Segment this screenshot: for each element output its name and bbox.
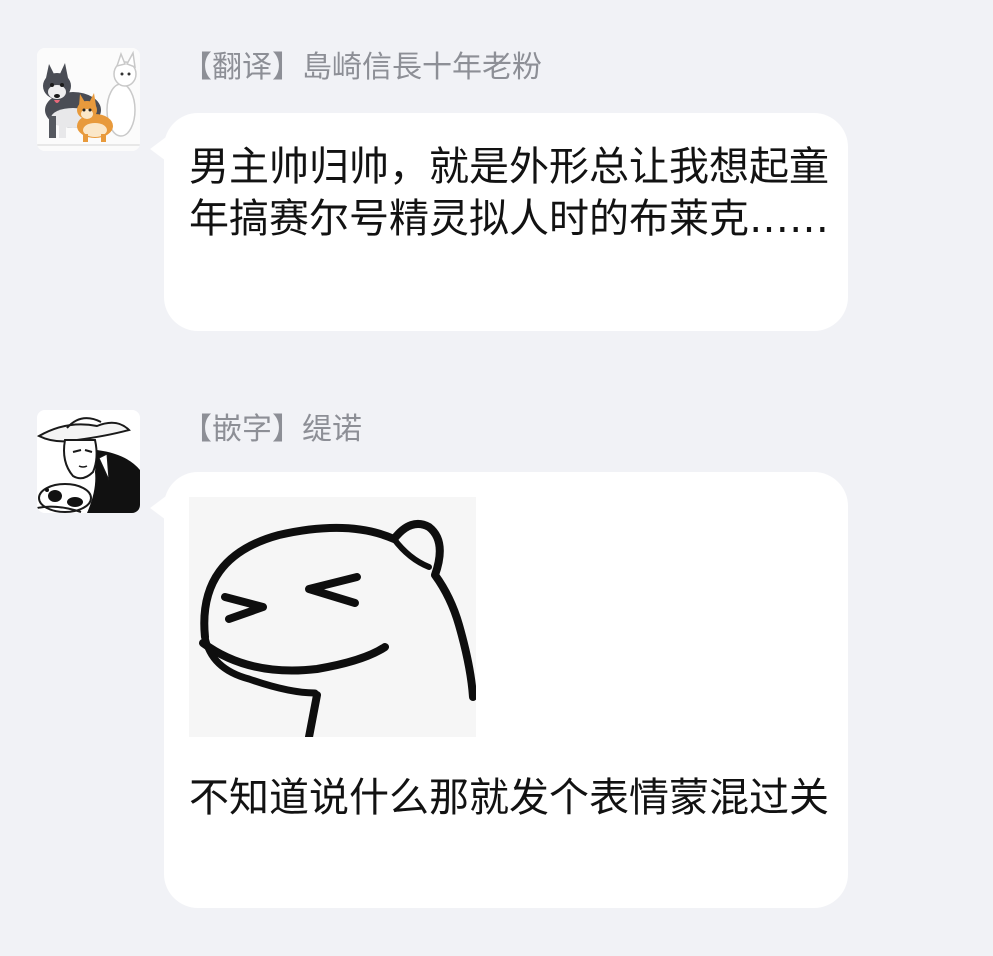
message-text: 不知道说什么那就发个表情蒙混过关 [189, 775, 829, 821]
chat-screen: { "messages": [ { "sender": "【翻译】島崎信長十年老… [0, 0, 993, 956]
bubble-tail [150, 496, 166, 520]
message-bubble[interactable]: 不知道说什么那就发个表情蒙混过关 [150, 472, 848, 908]
cowboy-avatar-icon [37, 410, 140, 513]
sticker-image[interactable] [189, 497, 476, 737]
chat-message: 【嵌字】缇诺 不知道说什么那就发个表情蒙混过关 [0, 0, 993, 956]
avatar[interactable] [37, 410, 140, 513]
sender-name: 【嵌字】缇诺 [182, 412, 362, 447]
squinting-dinosaur-sticker-icon [189, 497, 476, 737]
